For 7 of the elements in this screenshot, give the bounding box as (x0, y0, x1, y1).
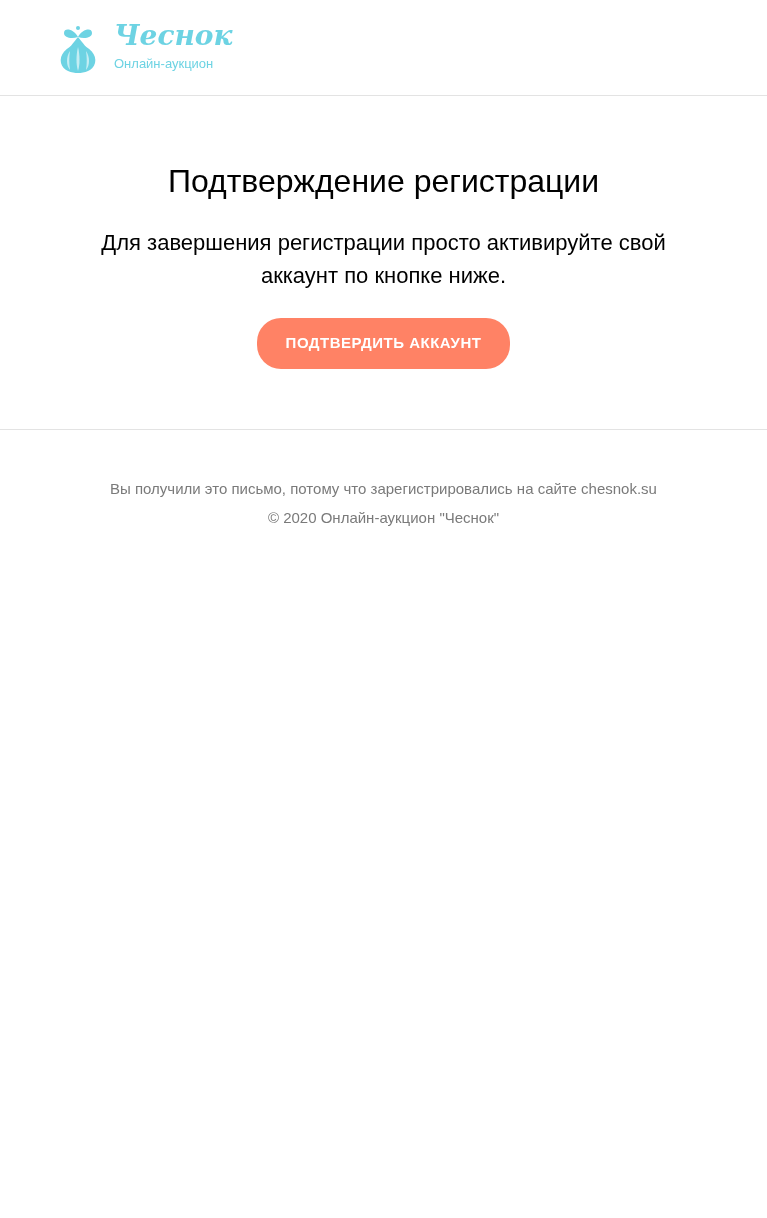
footer-text: © 2020 Онлайн-аукцион "Чеснок" (266, 507, 501, 528)
page-title: Подтверждение регистрации (166, 162, 601, 201)
logo-subtitle: Онлайн-аукцион (114, 54, 215, 73)
confirm-account-button[interactable]: ПОДТВЕРДИТЬ АККАУНТ (256, 318, 511, 369)
logo-title: Чеснок (114, 21, 233, 50)
footer-text: Вы получили это письмо, потому что зарегистрировались на сайте chesnok.su (109, 478, 658, 499)
message-text: Для завершения регистрации просто активируйте свой аккаунт по кнопке ниже. (100, 229, 667, 291)
